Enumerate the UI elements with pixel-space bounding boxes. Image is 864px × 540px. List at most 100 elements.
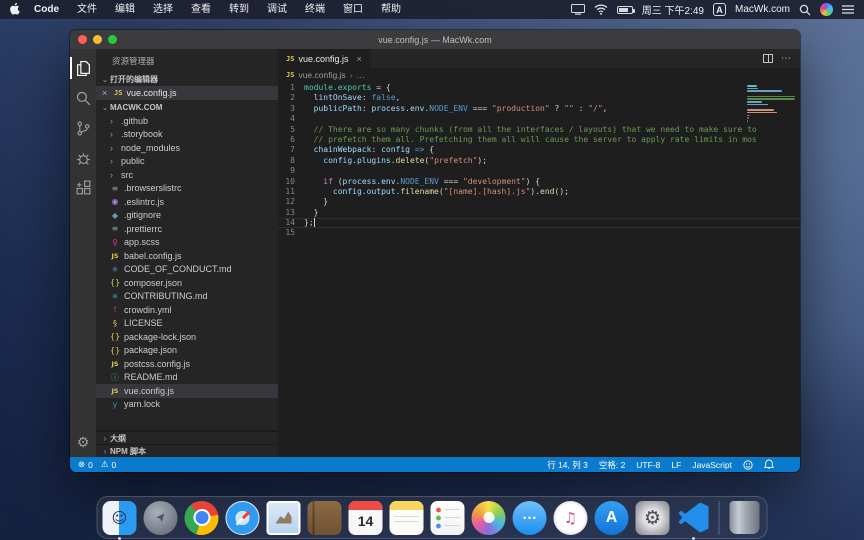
menu-item[interactable]: 帮助 [372,0,410,19]
notifications-bell-icon[interactable] [764,459,774,470]
tree-item-public[interactable]: ›public [96,155,278,169]
menu-item[interactable]: 窗口 [334,0,372,19]
language-mode-status[interactable]: JavaScript [692,460,732,470]
tree-item-.github[interactable]: ›.github [96,114,278,128]
code-line-12[interactable]: 12 } [278,197,800,207]
menu-item[interactable]: 查看 [182,0,220,19]
dock-app-chrome[interactable] [185,501,219,535]
code-line-15[interactable]: 15 [278,228,800,238]
cursor-position-status[interactable]: 行 14, 列 3 [547,459,588,471]
minimap[interactable] [744,83,798,127]
encoding-status[interactable]: UTF-8 [636,460,660,470]
tree-item-.browserslistrc[interactable]: ≡.browserslistrc [96,182,278,196]
tree-item-.storybook[interactable]: ›.storybook [96,128,278,142]
tree-item-composer.json[interactable]: {}composer.json [96,276,278,290]
tree-item-yarn.lock[interactable]: yyarn.lock [96,398,278,412]
menu-item[interactable]: 选择 [144,0,182,19]
code-line-3[interactable]: 3 publicPath: process.env.NODE_ENV === "… [278,104,800,114]
warnings-status[interactable]: ⚠ 0 [101,460,116,470]
menu-item[interactable]: 调试 [258,0,296,19]
sidebar-section-NPM 脚本[interactable]: ›NPM 脚本 [96,444,278,457]
feedback-smiley-icon[interactable] [743,460,753,470]
breadcrumb[interactable]: JS vue.config.js › … [278,68,800,81]
tree-item-postcss.config.js[interactable]: JSpostcss.config.js [96,357,278,371]
open-editors-section[interactable]: ⌄ 打开的编辑器 [96,72,278,86]
menubar-app-label[interactable]: MacWk.com [735,4,790,15]
siri-icon[interactable] [820,3,833,16]
zoom-window-button[interactable] [108,35,117,44]
dock-app-finder[interactable] [103,501,137,535]
code-line-9[interactable]: 9 [278,166,800,176]
extensions-icon[interactable] [70,173,96,203]
dock-app-reminders[interactable] [431,501,465,535]
dock-app-appstore[interactable] [595,501,629,535]
breadcrumb-more[interactable]: … [357,70,366,80]
code-line-7[interactable]: 7 chainWebpack: config => { [278,145,800,155]
source-control-icon[interactable] [70,113,96,143]
dock-app-vscode[interactable] [677,501,711,535]
dock-app-launchpad[interactable] [144,501,178,535]
breadcrumb-file[interactable]: vue.config.js [298,70,345,80]
tree-item-package-lock.json[interactable]: {}package-lock.json [96,330,278,344]
input-source-icon[interactable]: A [713,3,726,16]
dock-app-messages[interactable] [513,501,547,535]
dock-app-calendar[interactable]: 14 [349,501,383,535]
menu-item-code[interactable]: Code [25,0,68,19]
display-icon[interactable] [571,4,585,15]
tree-item-babel.config.js[interactable]: JSbabel.config.js [96,249,278,263]
tree-item-app.scss[interactable]: ♀app.scss [96,236,278,250]
sidebar-section-大纲[interactable]: ›大纲 [96,431,278,444]
close-tab-icon[interactable]: × [356,54,361,64]
dock-app-notes[interactable] [390,501,424,535]
apple-menu-icon[interactable] [10,3,21,16]
dock-app-photos[interactable] [472,501,506,535]
tree-item-.gitignore[interactable]: ◆.gitignore [96,209,278,223]
dock-app-trash[interactable] [728,501,762,535]
search-icon[interactable] [70,83,96,113]
spotlight-search-icon[interactable] [799,4,811,16]
minimize-window-button[interactable] [93,35,102,44]
indentation-status[interactable]: 空格: 2 [599,459,625,471]
notification-center-icon[interactable] [842,4,854,15]
code-editor[interactable]: 1module.exports = {2 lintOnSave: false,3… [278,81,800,457]
tree-item-package.json[interactable]: {}package.json [96,344,278,358]
code-line-6[interactable]: 6 // prefetch them all. Prefetching them… [278,135,800,145]
tree-item-src[interactable]: ›src [96,168,278,182]
tab-vue-config[interactable]: JS vue.config.js × [278,49,370,68]
menu-item[interactable]: 终端 [296,0,334,19]
code-line-13[interactable]: 13 } [278,208,800,218]
code-line-5[interactable]: 5 // There are so many chunks (from all … [278,125,800,135]
dock-app-mail[interactable] [267,501,301,535]
code-line-11[interactable]: 11 config.output.filename("[name].[hash]… [278,187,800,197]
close-window-button[interactable] [78,35,87,44]
tree-item-README.md[interactable]: ⓘREADME.md [96,371,278,385]
dock-app-safari[interactable] [226,501,260,535]
dock-app-itunes[interactable] [554,501,588,535]
explorer-icon[interactable] [70,53,96,83]
battery-icon[interactable] [617,6,633,14]
menu-item[interactable]: 编辑 [106,0,144,19]
window-titlebar[interactable]: vue.config.js — MacWk.com [70,30,800,49]
code-line-10[interactable]: 10 if (process.env.NODE_ENV === "develop… [278,177,800,187]
dock-app-settings[interactable] [636,501,670,535]
menubar-clock[interactable]: 周三 下午2:49 [642,2,704,17]
code-line-2[interactable]: 2 lintOnSave: false, [278,93,800,103]
errors-status[interactable]: ⊗ 0 [78,460,93,470]
more-actions-icon[interactable]: ⋯ [781,53,792,64]
tree-item-CODE_OF_CONDUCT.md[interactable]: ✳CODE_OF_CONDUCT.md [96,263,278,277]
open-editor-item[interactable]: × JS vue.config.js [96,86,278,100]
wifi-icon[interactable] [594,4,608,15]
close-icon[interactable]: × [102,88,110,98]
tree-item-LICENSE[interactable]: §LICENSE [96,317,278,331]
tree-item-node_modules[interactable]: ›node_modules [96,141,278,155]
eol-status[interactable]: LF [671,460,681,470]
code-line-8[interactable]: 8 config.plugins.delete("prefetch"); [278,156,800,166]
manage-gear-icon[interactable]: ⚙ [77,435,90,451]
dock-app-contacts[interactable] [308,501,342,535]
menu-item[interactable]: 文件 [68,0,106,19]
code-line-4[interactable]: 4 [278,114,800,124]
tree-item-.eslintrc.js[interactable]: ◉.eslintrc.js [96,195,278,209]
tree-item-CONTRIBUTING.md[interactable]: ✳CONTRIBUTING.md [96,290,278,304]
debug-icon[interactable] [70,143,96,173]
code-line-14[interactable]: 14}; [278,218,800,228]
